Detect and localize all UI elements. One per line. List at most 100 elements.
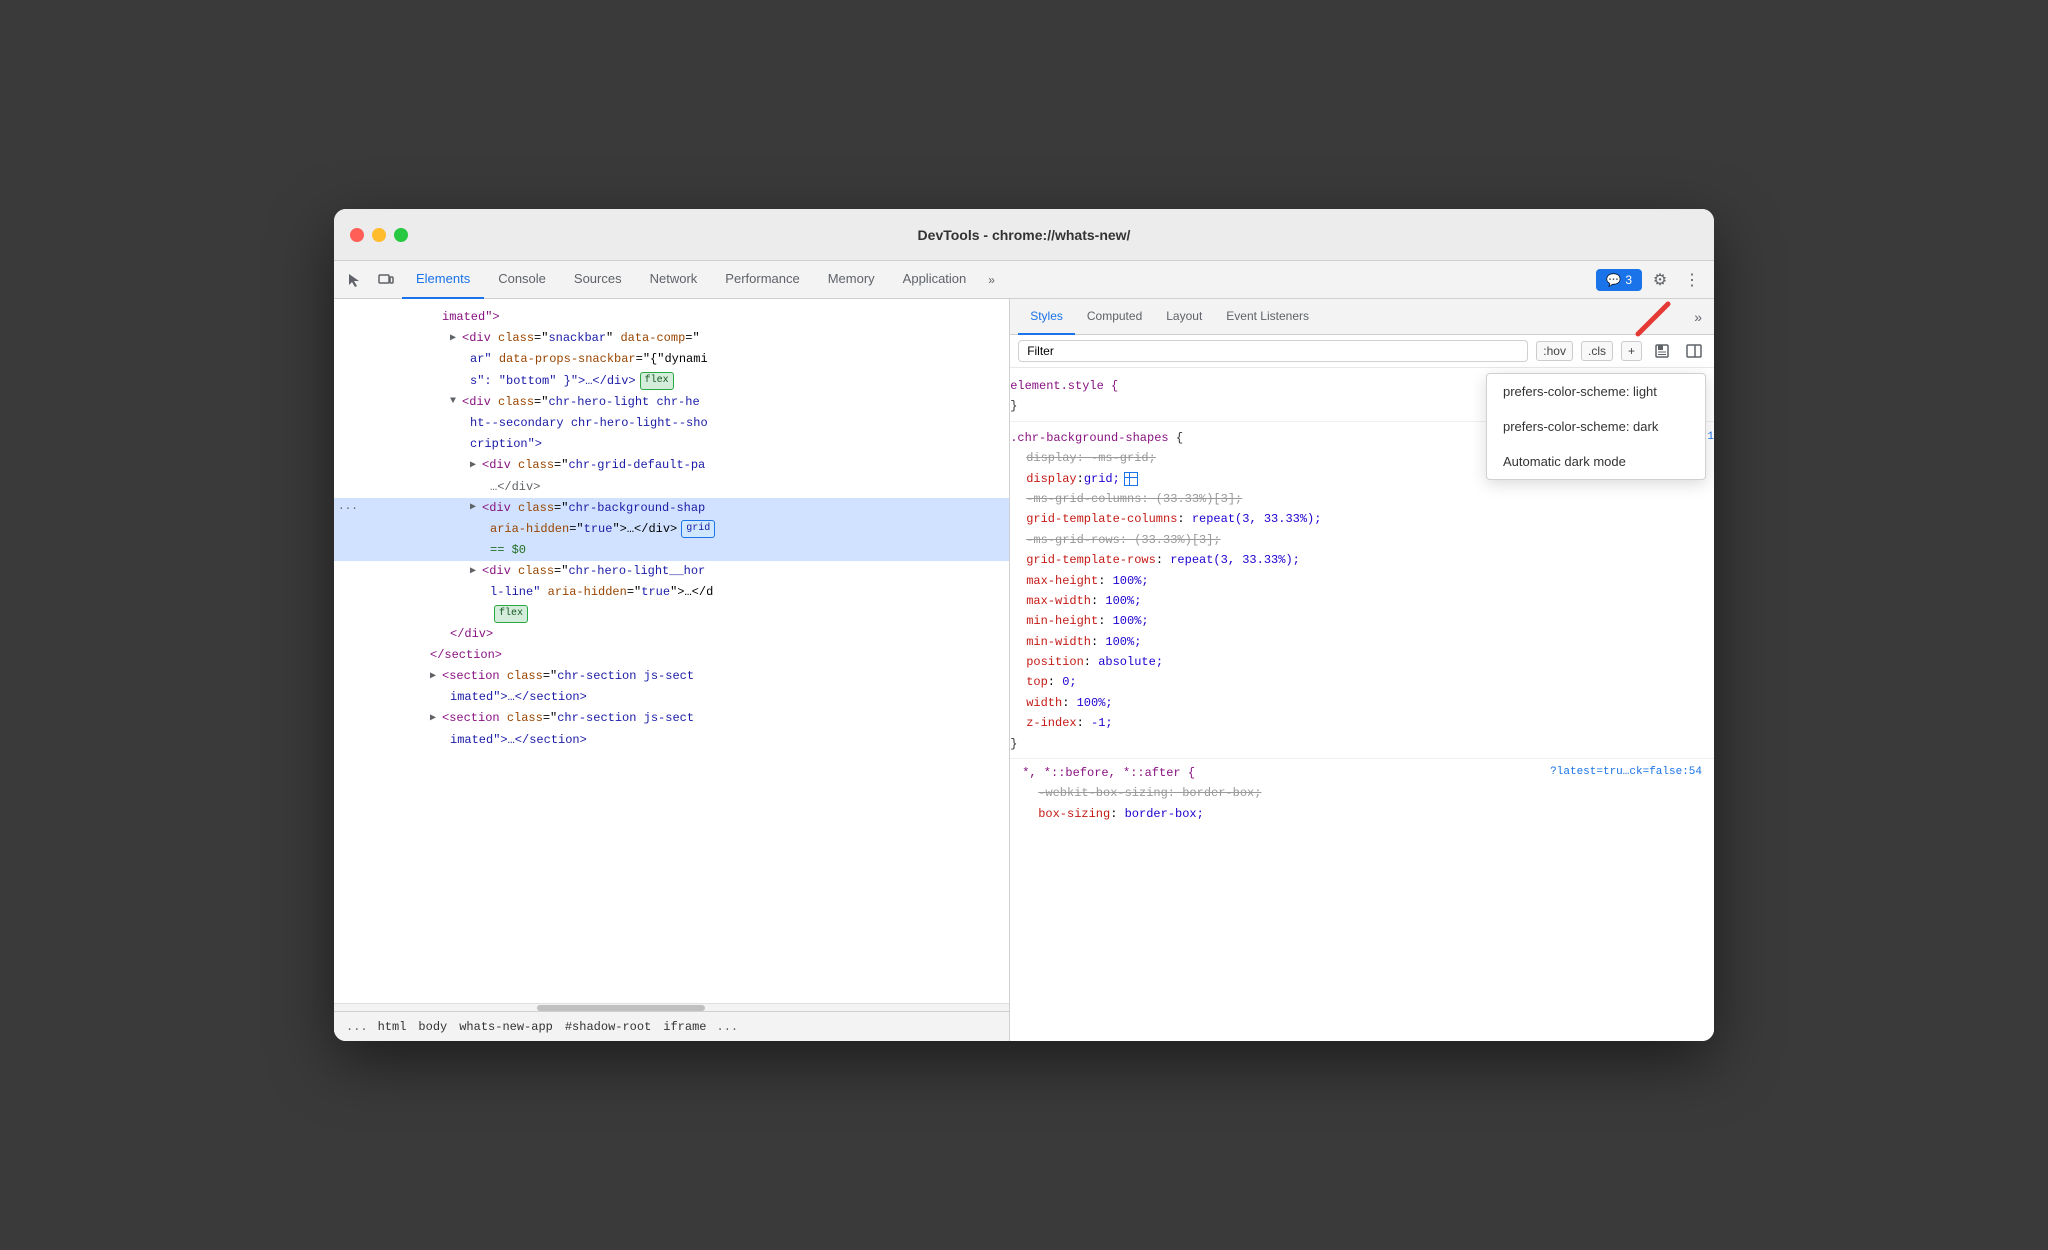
tab-bar-left: Elements Console Sources Network Perform… [338,261,1596,299]
dom-dots: ... [338,499,358,517]
device-toggle-icon[interactable] [370,264,402,296]
dom-line: <section class="chr-section js-sect [334,666,1009,687]
devtools-window: DevTools - chrome://whats-new/ Ele [334,209,1714,1041]
expand-arrow[interactable] [470,500,482,516]
tab-event-listeners[interactable]: Event Listeners [1214,299,1321,335]
flex-badge[interactable]: flex [640,372,674,390]
styles-filter-bar: :hov .cls + [1010,335,1714,368]
dom-panel: imated"> <div class="snackbar" data-comp… [334,299,1010,1041]
breadcrumb-whats-new-app[interactable]: whats-new-app [453,1018,559,1036]
close-button[interactable] [350,228,364,242]
breadcrumb-dots[interactable]: ... [342,1018,372,1036]
dom-line: …</div> [334,477,1009,498]
prop-position: position: absolute; [1010,652,1714,672]
flex-badge2[interactable]: flex [494,605,528,623]
grid-badge[interactable]: grid [681,520,715,538]
dom-line-selected-cont: aria-hidden="true">…</div> grid [334,519,1009,540]
dropdown-item-dark[interactable]: prefers-color-scheme: dark [1487,409,1705,444]
rule1-close: } [1010,734,1714,754]
dom-line-selected: ... <div class="chr-background-shap [334,498,1009,519]
cursor-icon[interactable] [338,264,370,296]
prop-z-index: z-index: -1; [1010,713,1714,733]
prop-min-width: min-width: 100%; [1010,632,1714,652]
prop-ms-grid-cols: -ms-grid-columns: (33.33%)[3]; [1010,489,1714,509]
chat-button[interactable]: 💬 3 [1596,269,1642,291]
window-controls [350,228,408,242]
dom-line: <div class="chr-hero-light chr-he [334,392,1009,413]
prop-grid-template-rows: grid-template-rows: repeat(3, 33.33%); [1010,550,1714,570]
dom-scrollbar-thumb[interactable] [537,1005,706,1011]
tab-computed[interactable]: Computed [1075,299,1154,335]
dom-line: </section> [334,645,1009,666]
prop-min-height: min-height: 100%; [1010,611,1714,631]
tab-layout[interactable]: Layout [1154,299,1214,335]
styles-tab-bar: Styles Computed Layout Event Listeners » [1010,299,1714,335]
dom-line: cription"> [334,434,1009,455]
tab-network[interactable]: Network [636,261,712,299]
prop-width: width: 100%; [1010,693,1714,713]
dom-line: imated">…</section> [334,687,1009,708]
expand-arrow[interactable] [430,669,442,685]
devtools-body: Elements Console Sources Network Perform… [334,261,1714,1041]
expand-arrow[interactable] [450,331,462,347]
dom-line: <div class="chr-grid-default-pa [334,455,1009,476]
prop-max-width: max-width: 100%; [1010,591,1714,611]
expand-arrow[interactable] [430,711,442,727]
dom-line: imated">…</section> [334,730,1009,751]
dropdown-item-auto[interactable]: Automatic dark mode [1487,444,1705,479]
tab-console[interactable]: Console [484,261,560,299]
color-scheme-dropdown: prefers-color-scheme: light prefers-colo… [1486,373,1706,480]
main-content: imated"> <div class="snackbar" data-comp… [334,299,1714,1041]
tab-memory[interactable]: Memory [814,261,889,299]
prop-ms-grid-rows: -ms-grid-rows: (33.33%)[3]; [1010,530,1714,550]
prop-max-height: max-height: 100%; [1010,571,1714,591]
breadcrumb-end-dots[interactable]: ... [713,1018,743,1036]
tab-sources[interactable]: Sources [560,261,636,299]
expand-arrow[interactable] [450,394,462,410]
breadcrumb-iframe[interactable]: iframe [657,1018,712,1036]
expand-arrow[interactable] [470,564,482,580]
prop-webkit-box-sizing: -webkit-box-sizing: border-box; [1022,783,1702,803]
devtools-tab-bar: Elements Console Sources Network Perform… [334,261,1714,299]
styles-tabs-more[interactable]: » [1690,305,1706,329]
grid-layout-icon[interactable] [1124,472,1138,486]
more-options-button[interactable]: ⋮ [1678,266,1706,294]
dom-line: <section class="chr-section js-sect [334,708,1009,729]
dom-line: l-line" aria-hidden="true">…</d [334,582,1009,603]
tab-performance[interactable]: Performance [711,261,813,299]
dom-line: imated"> [334,307,1009,328]
settings-button[interactable]: ⚙ [1646,266,1674,294]
prop-box-sizing: box-sizing: border-box; [1022,804,1702,824]
expand-arrow[interactable] [470,458,482,474]
tab-styles[interactable]: Styles [1018,299,1075,335]
breadcrumb-body[interactable]: body [412,1018,453,1036]
hov-button[interactable]: :hov [1536,341,1573,361]
window-title: DevTools - chrome://whats-new/ [918,227,1131,243]
dom-line: ht--secondary chr-hero-light--sho [334,413,1009,434]
styles-filter-input[interactable] [1018,340,1528,362]
universal-rule: *, *::before, *::after { ?latest=tru…ck=… [1010,761,1714,826]
dom-tree[interactable]: imated"> <div class="snackbar" data-comp… [334,299,1009,1003]
breadcrumb-bar: ... html body whats-new-app #shadow-root… [334,1011,1009,1041]
breadcrumb-html[interactable]: html [372,1018,413,1036]
minimize-button[interactable] [372,228,386,242]
tab-bar-right: 💬 3 ⚙ ⋮ [1596,266,1710,294]
chat-icon: 💬 [1606,273,1621,287]
tab-application[interactable]: Application [889,261,981,299]
close-sidebar-icon[interactable] [1682,339,1706,363]
dom-line-dollar: == $0 [334,540,1009,561]
prop-grid-template-cols: grid-template-columns: repeat(3, 33.33%)… [1010,509,1714,529]
maximize-button[interactable] [394,228,408,242]
chat-count: 3 [1625,273,1632,287]
dom-line: s": "bottom" }">…</div> flex [334,371,1009,392]
tab-elements[interactable]: Elements [402,261,484,299]
cls-button[interactable]: .cls [1581,341,1613,361]
dom-line: <div class="snackbar" data-comp=" [334,328,1009,349]
styles-panel: Styles Computed Layout Event Listeners » [1010,299,1714,1041]
dom-line: flex [334,604,1009,624]
more-tabs-button[interactable]: » [980,269,1003,291]
dropdown-item-light[interactable]: prefers-color-scheme: light [1487,374,1705,409]
dom-line: </div> [334,624,1009,645]
dom-scrollbar[interactable] [334,1003,1009,1011]
breadcrumb-shadow-root[interactable]: #shadow-root [559,1018,657,1036]
